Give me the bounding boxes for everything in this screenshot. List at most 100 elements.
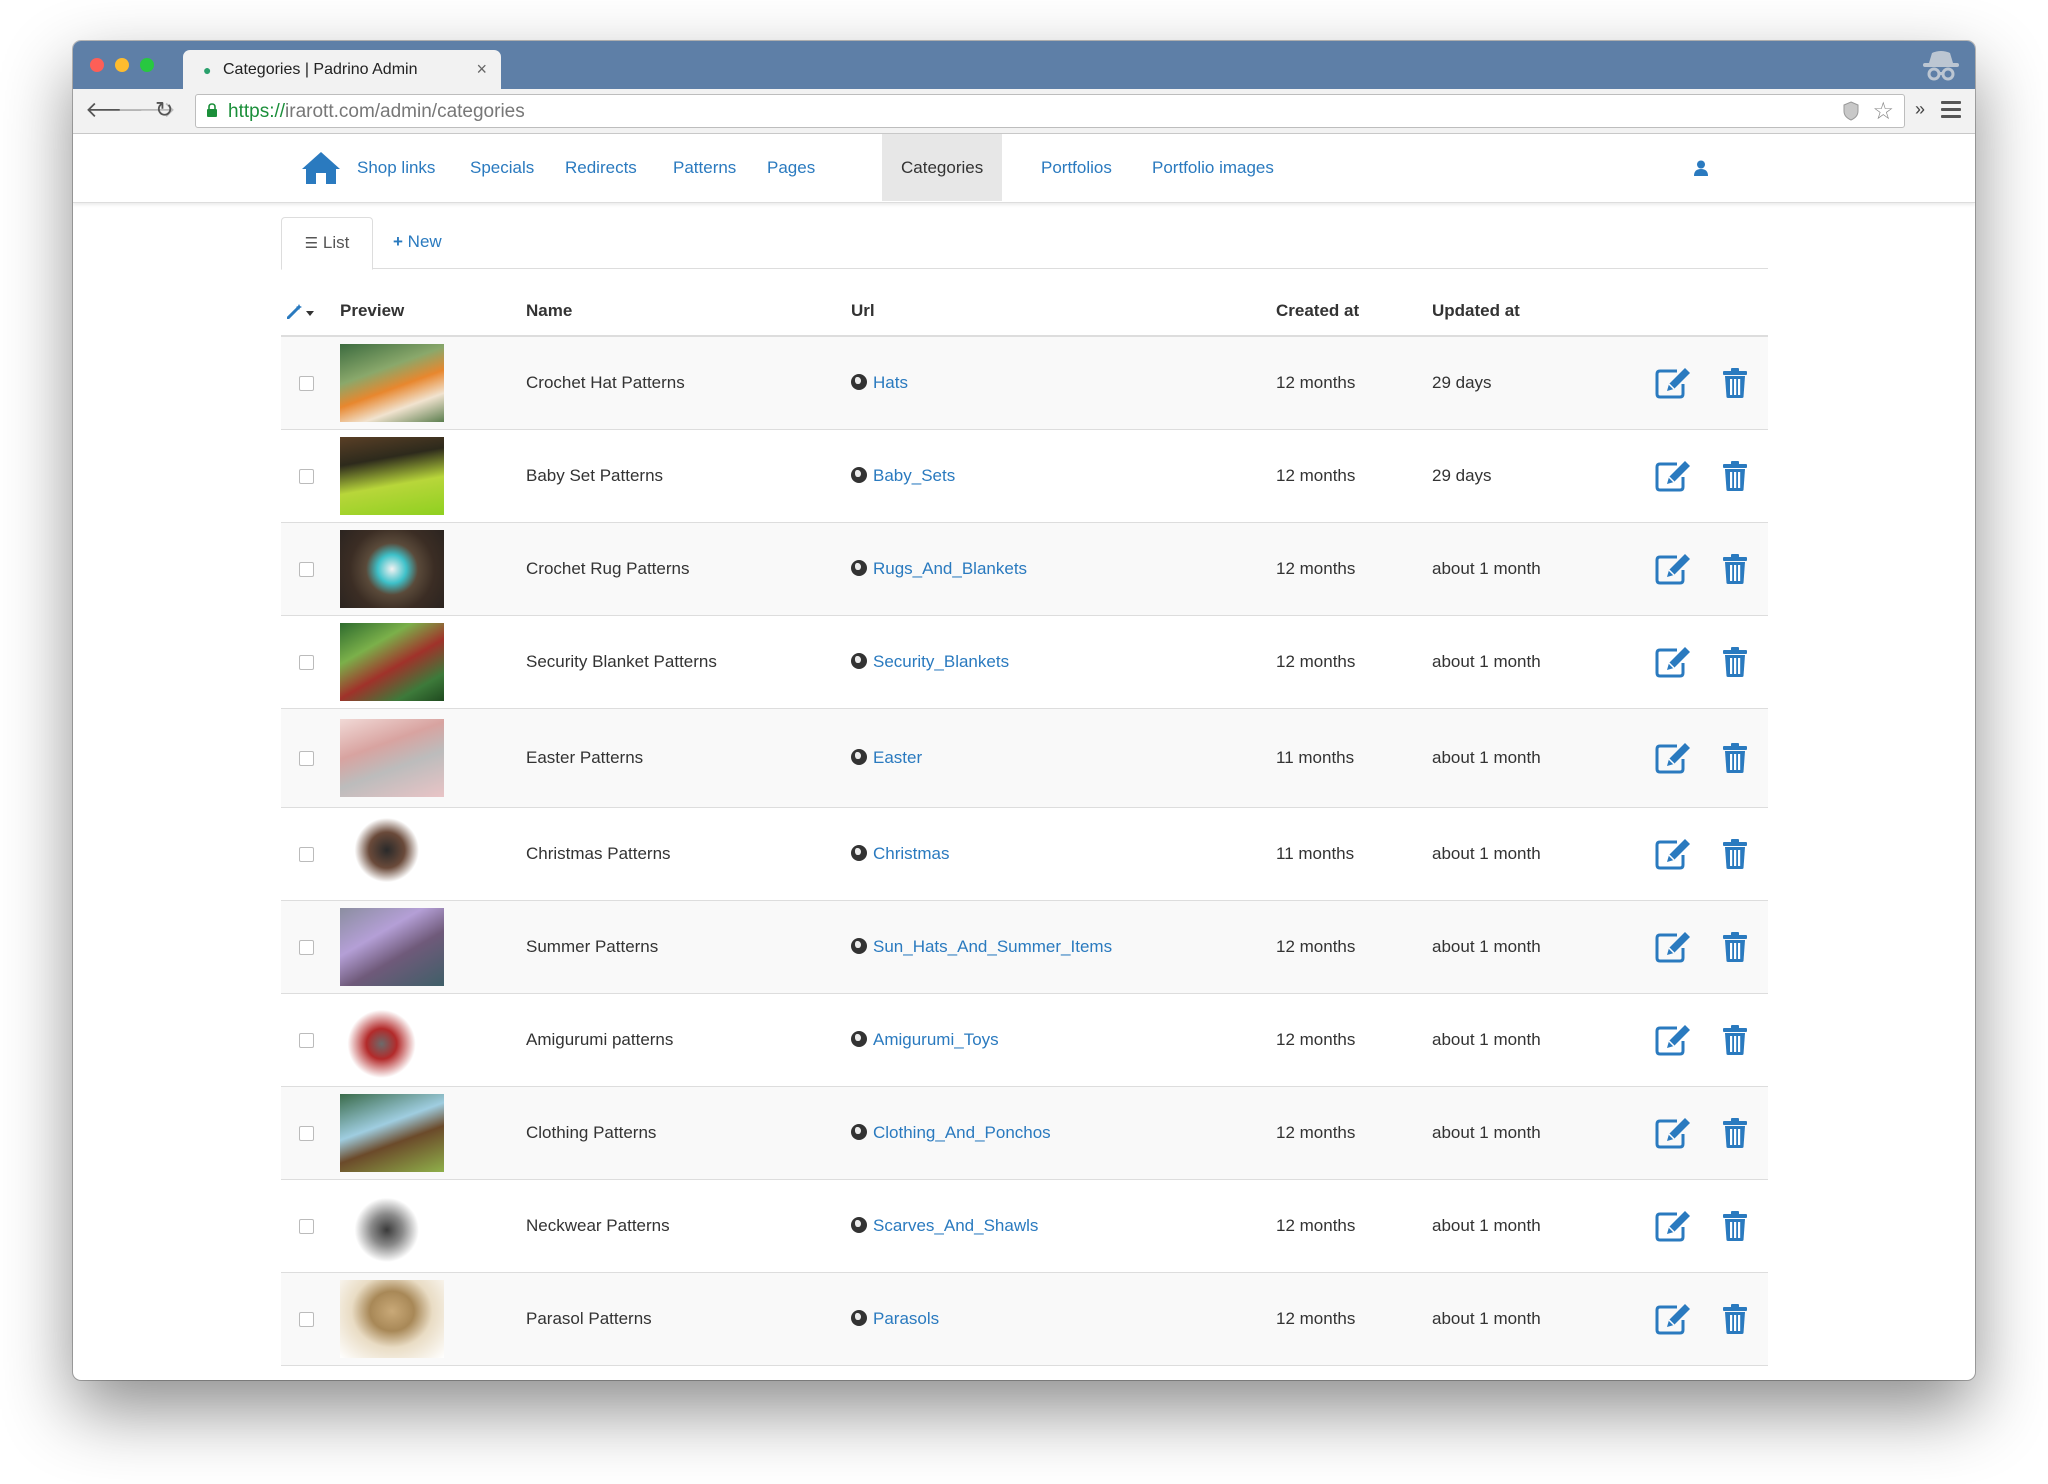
category-name: Crochet Hat Patterns [526, 373, 685, 392]
category-url-link[interactable]: Christmas [851, 844, 950, 864]
zoom-window-button[interactable] [140, 58, 154, 72]
nav-pages[interactable]: Pages [748, 134, 834, 201]
table-row: Parasol Patterns Parasols 12 months abou… [281, 1273, 1768, 1366]
bulk-actions-dropdown[interactable] [286, 303, 315, 324]
edit-icon[interactable] [1655, 838, 1691, 870]
row-checkbox[interactable] [299, 376, 314, 391]
globe-icon [851, 1310, 867, 1326]
preview-thumbnail [340, 908, 444, 986]
trash-icon[interactable] [1722, 1117, 1748, 1149]
tab-new[interactable]: + New [393, 217, 442, 267]
header-url[interactable]: Url [851, 301, 875, 321]
category-name: Clothing Patterns [526, 1123, 657, 1142]
tab-list-label: List [322, 233, 350, 252]
trash-icon[interactable] [1722, 838, 1748, 870]
row-checkbox[interactable] [299, 469, 314, 484]
row-checkbox[interactable] [299, 940, 314, 955]
reload-icon[interactable]: ↻ [155, 97, 173, 123]
category-url-link[interactable]: Rugs_And_Blankets [851, 559, 1027, 579]
category-url-link[interactable]: Easter [851, 748, 922, 768]
row-checkbox[interactable] [299, 1312, 314, 1327]
category-name: Amigurumi patterns [526, 1030, 674, 1049]
edit-icon[interactable] [1655, 931, 1691, 963]
tab-list[interactable]: ☰ List [281, 217, 373, 270]
nav-shop-links[interactable]: Shop links [338, 134, 454, 201]
nav-redirects[interactable]: Redirects [546, 134, 656, 201]
edit-icon[interactable] [1655, 1303, 1691, 1335]
category-url-link[interactable]: Hats [851, 373, 908, 393]
updated-at: about 1 month [1432, 1309, 1541, 1328]
star-icon[interactable]: ☆ [1872, 97, 1894, 126]
category-url-link[interactable]: Parasols [851, 1309, 939, 1329]
category-url-link[interactable]: Security_Blankets [851, 652, 1009, 672]
row-checkbox[interactable] [299, 1033, 314, 1048]
trash-icon[interactable] [1722, 742, 1748, 774]
globe-icon [851, 749, 867, 765]
trash-icon[interactable] [1722, 1024, 1748, 1056]
nav-portfolios[interactable]: Portfolios [1022, 134, 1131, 201]
browser-tab[interactable]: ● Categories | Padrino Admin × [183, 50, 501, 89]
category-url-link[interactable]: Clothing_And_Ponchos [851, 1123, 1051, 1143]
table-row: Security Blanket Patterns Security_Blank… [281, 616, 1768, 709]
view-tabs: ☰ List + New [281, 217, 1768, 270]
row-checkbox[interactable] [299, 1219, 314, 1234]
favicon-icon: ● [203, 62, 212, 78]
row-checkbox[interactable] [299, 655, 314, 670]
globe-icon [851, 1217, 867, 1233]
shield-icon[interactable] [1842, 101, 1860, 121]
edit-icon[interactable] [1655, 1024, 1691, 1056]
trash-icon[interactable] [1722, 367, 1748, 399]
edit-icon[interactable] [1655, 1117, 1691, 1149]
minimize-window-button[interactable] [115, 58, 129, 72]
header-created-at[interactable]: Created at [1276, 301, 1359, 321]
edit-icon[interactable] [1655, 646, 1691, 678]
user-icon[interactable] [1694, 160, 1708, 176]
url-text: https://irarott.com/admin/categories [228, 101, 525, 122]
edit-icon[interactable] [1655, 460, 1691, 492]
preview-thumbnail [340, 437, 444, 515]
tab-title: Categories | Padrino Admin [223, 61, 418, 78]
nav-patterns[interactable]: Patterns [654, 134, 755, 201]
trash-icon[interactable] [1722, 1303, 1748, 1335]
category-url-link[interactable]: Sun_Hats_And_Summer_Items [851, 937, 1112, 957]
edit-icon[interactable] [1655, 742, 1691, 774]
admin-navbar: Shop links Specials Redirects Patterns P… [73, 134, 1975, 203]
globe-icon [851, 653, 867, 669]
trash-icon[interactable] [1722, 553, 1748, 585]
row-checkbox[interactable] [299, 562, 314, 577]
globe-icon [851, 938, 867, 954]
table-header: Preview Name Url Created at Updated at [281, 297, 1768, 337]
nav-categories[interactable]: Categories [882, 134, 1003, 201]
extensions-overflow-button[interactable]: » [1915, 99, 1925, 120]
home-icon[interactable] [301, 150, 341, 186]
close-window-button[interactable] [90, 58, 104, 72]
trash-icon[interactable] [1722, 460, 1748, 492]
row-checkbox[interactable] [299, 847, 314, 862]
row-checkbox[interactable] [299, 751, 314, 766]
created-at: 12 months [1276, 1216, 1356, 1235]
trash-icon[interactable] [1722, 931, 1748, 963]
created-at: 12 months [1276, 559, 1356, 578]
updated-at: about 1 month [1432, 1123, 1541, 1142]
edit-icon[interactable] [1655, 553, 1691, 585]
category-url-link[interactable]: Scarves_And_Shawls [851, 1216, 1038, 1236]
edit-icon[interactable] [1655, 367, 1691, 399]
menu-icon[interactable] [1941, 101, 1961, 122]
address-bar[interactable]: https://irarott.com/admin/categories ☆ [195, 94, 1905, 128]
category-url-link[interactable]: Baby_Sets [851, 466, 955, 486]
trash-icon[interactable] [1722, 1210, 1748, 1242]
edit-icon[interactable] [1655, 1210, 1691, 1242]
tab-close-icon[interactable]: × [476, 59, 487, 80]
category-url-link[interactable]: Amigurumi_Toys [851, 1030, 999, 1050]
header-name[interactable]: Name [526, 301, 572, 321]
nav-specials[interactable]: Specials [451, 134, 553, 201]
created-at: 12 months [1276, 652, 1356, 671]
trash-icon[interactable] [1722, 646, 1748, 678]
preview-thumbnail [340, 530, 444, 608]
header-updated-at[interactable]: Updated at [1432, 301, 1520, 321]
preview-thumbnail [340, 623, 444, 701]
list-icon: ☰ [304, 235, 319, 252]
created-at: 12 months [1276, 466, 1356, 485]
nav-portfolio-images[interactable]: Portfolio images [1133, 134, 1293, 201]
row-checkbox[interactable] [299, 1126, 314, 1141]
